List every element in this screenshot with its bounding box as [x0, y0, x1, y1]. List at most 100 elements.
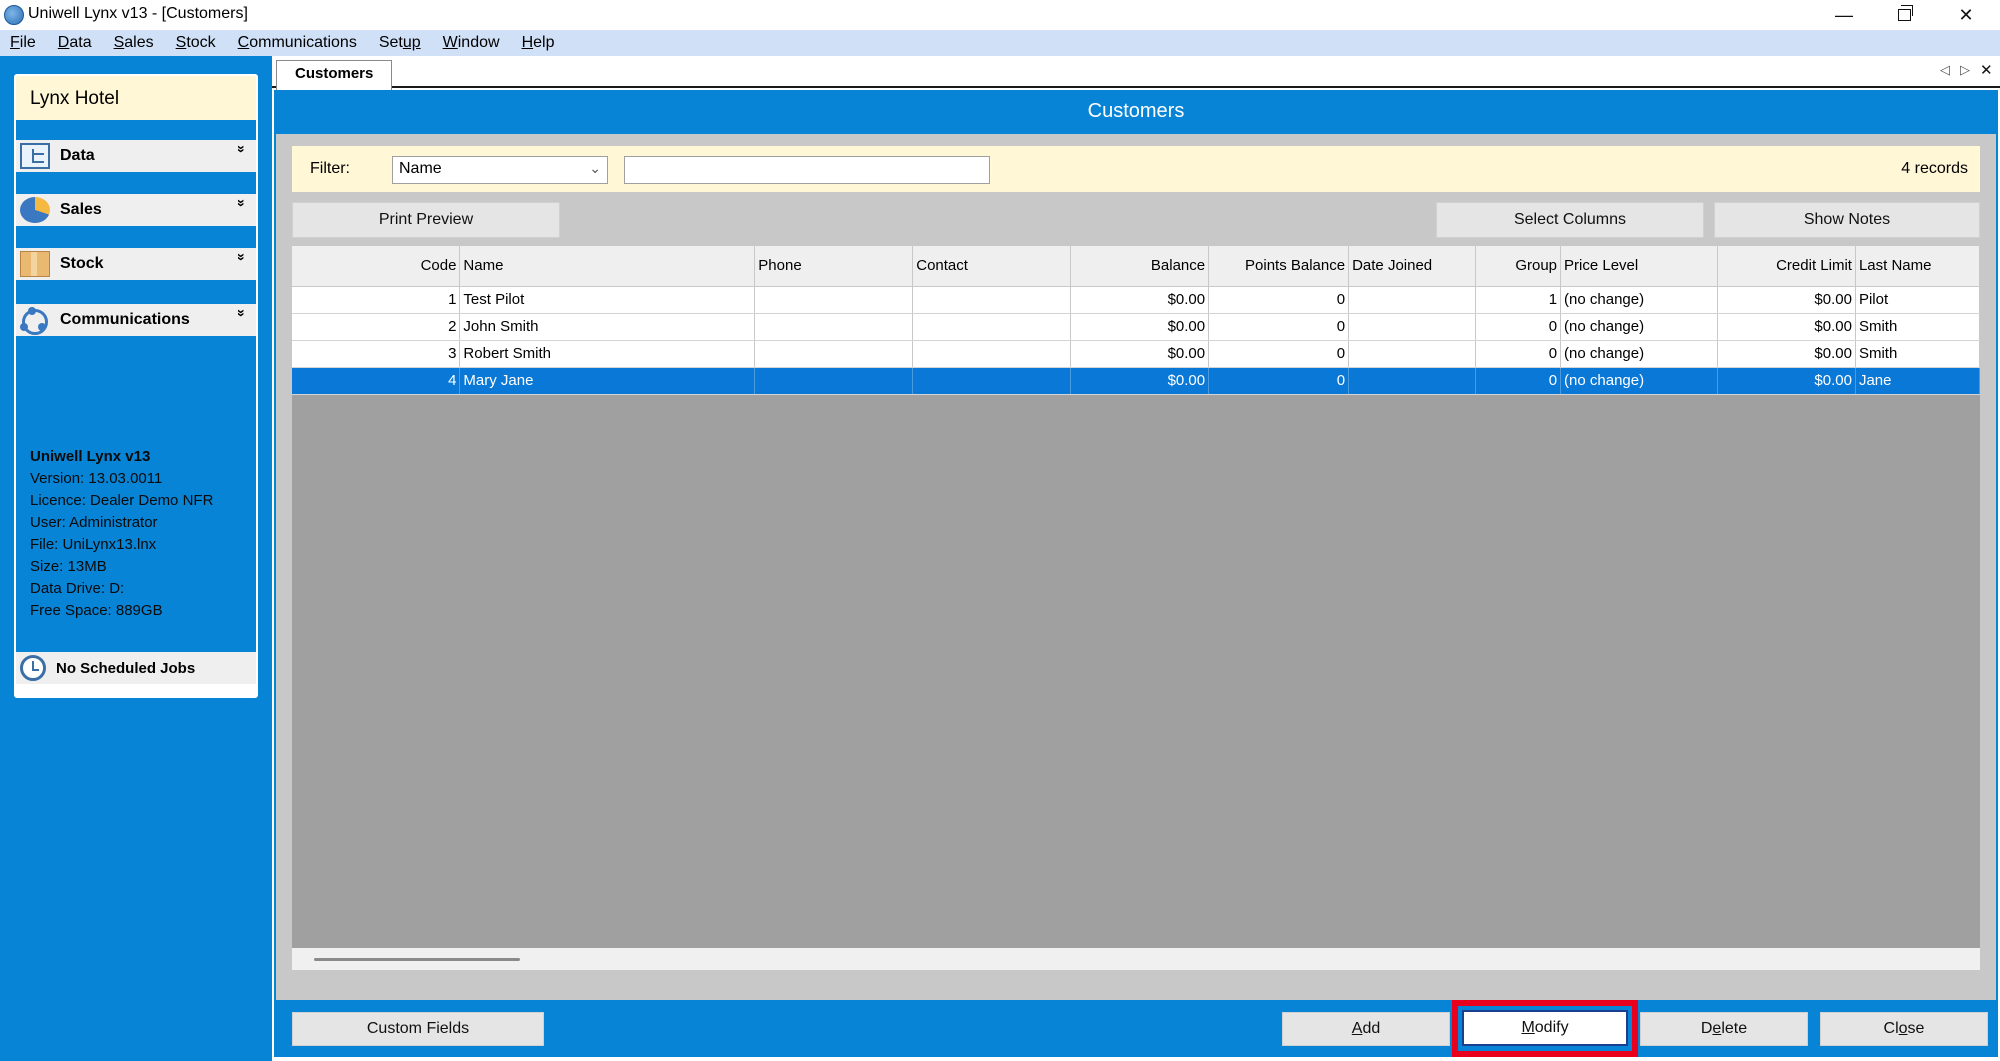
tab-prev-icon[interactable]: ◁: [1940, 62, 1950, 78]
window-title: Uniwell Lynx v13 - [Customers]: [28, 5, 248, 22]
customers-table: Code Name Phone Contact Balance Points B…: [292, 246, 1981, 395]
table-cell: $0.00: [1070, 340, 1210, 368]
horizontal-scrollbar[interactable]: [292, 948, 1980, 970]
page-title: Customers: [1087, 100, 1185, 122]
table-cell: 2: [292, 313, 461, 341]
table-cell: [912, 340, 1072, 368]
table-cell: 1: [292, 286, 461, 314]
select-columns-button[interactable]: Select Columns: [1436, 202, 1704, 238]
column-header-code[interactable]: Code: [292, 246, 461, 287]
filter-input[interactable]: [624, 156, 990, 184]
column-header-credit-limit[interactable]: Credit Limit: [1717, 246, 1856, 287]
scrollbar-thumb[interactable]: [314, 958, 520, 961]
filter-label: Filter:: [310, 160, 350, 177]
table-cell: 1: [1475, 286, 1562, 314]
column-header-last-name[interactable]: Last Name: [1855, 246, 1981, 287]
chevron-down-icon[interactable]: »: [234, 199, 250, 207]
size-text: Size: 13MB: [30, 558, 107, 575]
table-cell: $0.00: [1717, 340, 1856, 368]
minimize-button[interactable]: —: [1814, 0, 1874, 30]
menu-setup[interactable]: Setup: [368, 34, 432, 52]
action-bar: Custom Fields Add Modify De lete Cl o se: [274, 1000, 1998, 1057]
table-cell: Jane: [1855, 367, 1981, 395]
menu-data[interactable]: Data: [47, 34, 103, 52]
table-row[interactable]: 3 Robert Smith $0.00 0 0 (no change) $0.00 Smit…: [292, 340, 1981, 368]
sales-icon: [20, 197, 50, 223]
drive-text: Data Drive: D:: [30, 580, 125, 597]
table-row[interactable]: 2 John Smith $0.00 0 0 (no change) $0.00 Smith: [292, 313, 1981, 341]
table-cell: $0.00: [1717, 286, 1856, 314]
column-header-name[interactable]: Name: [459, 246, 756, 287]
table-cell: Pilot: [1855, 286, 1981, 314]
tab-customers[interactable]: Customers: [276, 60, 393, 90]
table-cell: [754, 286, 914, 314]
table-cell: 0: [1208, 286, 1350, 314]
clock-icon: [20, 655, 46, 681]
title-bar: Uniwell Lynx v13 - [Customers] — ✕: [0, 0, 2000, 30]
menu-help[interactable]: Help: [511, 34, 566, 52]
menu-window[interactable]: Window: [432, 34, 511, 52]
free-space-text: Free Space: 889GB: [30, 602, 163, 619]
column-header-price-level[interactable]: Price Level: [1560, 246, 1718, 287]
filter-bar: Filter: Name ⌄ 4 records: [292, 146, 1980, 192]
column-header-date-joined[interactable]: Date Joined: [1348, 246, 1477, 287]
menu-bar: File Data Sales Stock Communications Set…: [0, 30, 2000, 56]
column-header-phone[interactable]: Phone: [754, 246, 914, 287]
communications-icon: [20, 307, 50, 335]
table-cell: [754, 367, 914, 395]
chevron-down-icon: ⌄: [589, 160, 601, 176]
delete-button[interactable]: De lete: [1640, 1012, 1808, 1046]
menu-communications[interactable]: Communications: [227, 34, 368, 52]
column-header-group[interactable]: Group: [1475, 246, 1562, 287]
record-count: 4 records: [1901, 160, 1968, 177]
table-cell: [1348, 286, 1477, 314]
table-row[interactable]: 1 Test Pilot $0.00 0 1 (no change) $0.00 Pilot: [292, 286, 1981, 314]
table-row[interactable]: 4 Mary Jane $0.00 0 0 (no change) $0.00 Jane: [292, 367, 1981, 395]
table-cell: [912, 313, 1072, 341]
table-cell: $0.00: [1717, 367, 1856, 395]
nav-section-stock[interactable]: Stock »: [16, 248, 256, 280]
customers-grid: Code Name Phone Contact Balance Points B…: [292, 246, 1981, 970]
table-cell: Mary Jane: [459, 367, 756, 395]
table-cell: [1348, 340, 1477, 368]
add-button[interactable]: Add: [1282, 1012, 1450, 1046]
table-cell: 3: [292, 340, 461, 368]
app-icon: [4, 5, 24, 25]
maximize-button[interactable]: [1874, 0, 1934, 30]
tab-next-icon[interactable]: ▷: [1960, 62, 1970, 78]
close-button[interactable]: Cl o se: [1820, 1012, 1988, 1046]
menu-sales[interactable]: Sales: [103, 34, 165, 52]
nav-section-communications[interactable]: Communications »: [16, 304, 256, 336]
chevron-down-icon[interactable]: »: [234, 145, 250, 153]
menu-stock[interactable]: Stock: [165, 34, 227, 52]
modify-button[interactable]: Modify: [1462, 1010, 1628, 1046]
scheduled-jobs[interactable]: No Scheduled Jobs: [16, 652, 256, 684]
table-cell: 0: [1208, 367, 1350, 395]
menu-file[interactable]: File: [0, 34, 47, 52]
table-cell: Smith: [1855, 313, 1981, 341]
restore-icon: [1897, 5, 1913, 21]
table-cell: 0: [1475, 367, 1562, 395]
table-cell: 0: [1208, 313, 1350, 341]
table-cell: [912, 286, 1072, 314]
filter-field-select[interactable]: Name ⌄: [392, 156, 608, 184]
table-cell: [1348, 367, 1477, 395]
nav-section-sales[interactable]: Sales »: [16, 194, 256, 226]
column-header-contact[interactable]: Contact: [912, 246, 1072, 287]
show-notes-button[interactable]: Show Notes: [1714, 202, 1980, 238]
close-window-button[interactable]: ✕: [1936, 0, 1996, 30]
chevron-down-icon[interactable]: »: [234, 309, 250, 317]
custom-fields-button[interactable]: Custom Fields: [292, 1012, 544, 1046]
table-cell: [912, 367, 1072, 395]
nav-section-data[interactable]: Data »: [16, 140, 256, 172]
column-header-balance[interactable]: Balance: [1070, 246, 1210, 287]
divider: [16, 120, 256, 140]
divider: [16, 172, 256, 194]
chevron-down-icon[interactable]: »: [234, 253, 250, 261]
column-header-points-balance[interactable]: Points Balance: [1208, 246, 1350, 287]
tab-close-icon[interactable]: ✕: [1980, 61, 1993, 79]
table-cell: $0.00: [1070, 313, 1210, 341]
print-preview-button[interactable]: Print Preview: [292, 202, 560, 238]
table-cell: [754, 340, 914, 368]
version-text: Version: 13.03.0011: [30, 470, 163, 487]
